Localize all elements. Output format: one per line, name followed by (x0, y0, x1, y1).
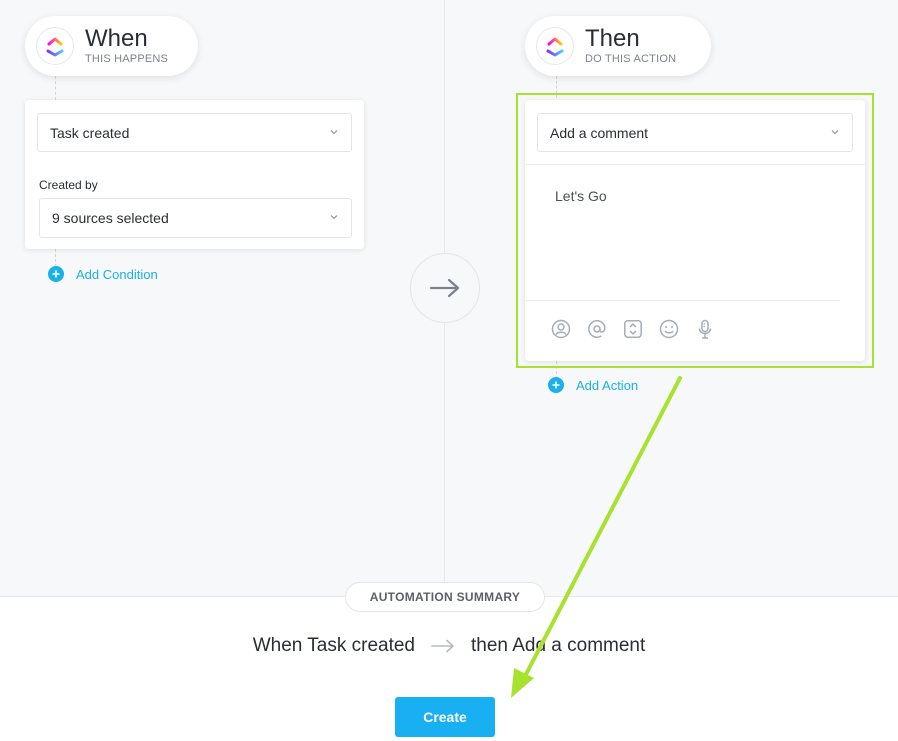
summary-when-text: When Task created (252, 635, 415, 656)
created-by-value: 9 sources selected (52, 210, 169, 226)
arrow-right-icon (431, 639, 454, 653)
when-title: When (85, 25, 148, 52)
then-header: Then DO THIS ACTION (525, 16, 711, 76)
add-condition-label: Add Condition (76, 266, 158, 282)
plus-icon (48, 266, 64, 282)
chevron-down-icon (330, 129, 338, 134)
plus-icon (548, 377, 564, 393)
then-title: Then (585, 25, 640, 52)
trigger-event-value: Task created (50, 124, 130, 141)
clickup-logo-icon (536, 27, 574, 65)
summary-then-text: then Add a comment (471, 635, 646, 656)
then-subtitle: DO THIS ACTION (585, 53, 677, 65)
trigger-event-select[interactable]: Task created (37, 113, 352, 152)
flow-arrow (410, 253, 480, 323)
add-condition-button[interactable]: Add Condition (48, 266, 158, 282)
add-action-button[interactable]: Add Action (548, 377, 638, 393)
when-header: When THIS HAPPENS (25, 16, 198, 76)
highlight-box (516, 93, 874, 368)
create-button[interactable]: Create (395, 697, 495, 737)
clickup-logo-icon (36, 27, 74, 65)
add-action-label: Add Action (576, 377, 639, 393)
created-by-select[interactable]: 9 sources selected (39, 198, 352, 238)
summary-sentence: When Task created then Add a comment (0, 633, 898, 659)
chevron-down-icon (330, 215, 338, 220)
when-subtitle: THIS HAPPENS (85, 53, 169, 65)
created-by-label: Created by (39, 178, 98, 192)
arrow-right-icon (429, 278, 460, 298)
trigger-connector-line (55, 76, 56, 100)
automation-summary-label: AUTOMATION SUMMARY (345, 582, 545, 612)
trigger-connector-line-lower (55, 249, 56, 267)
